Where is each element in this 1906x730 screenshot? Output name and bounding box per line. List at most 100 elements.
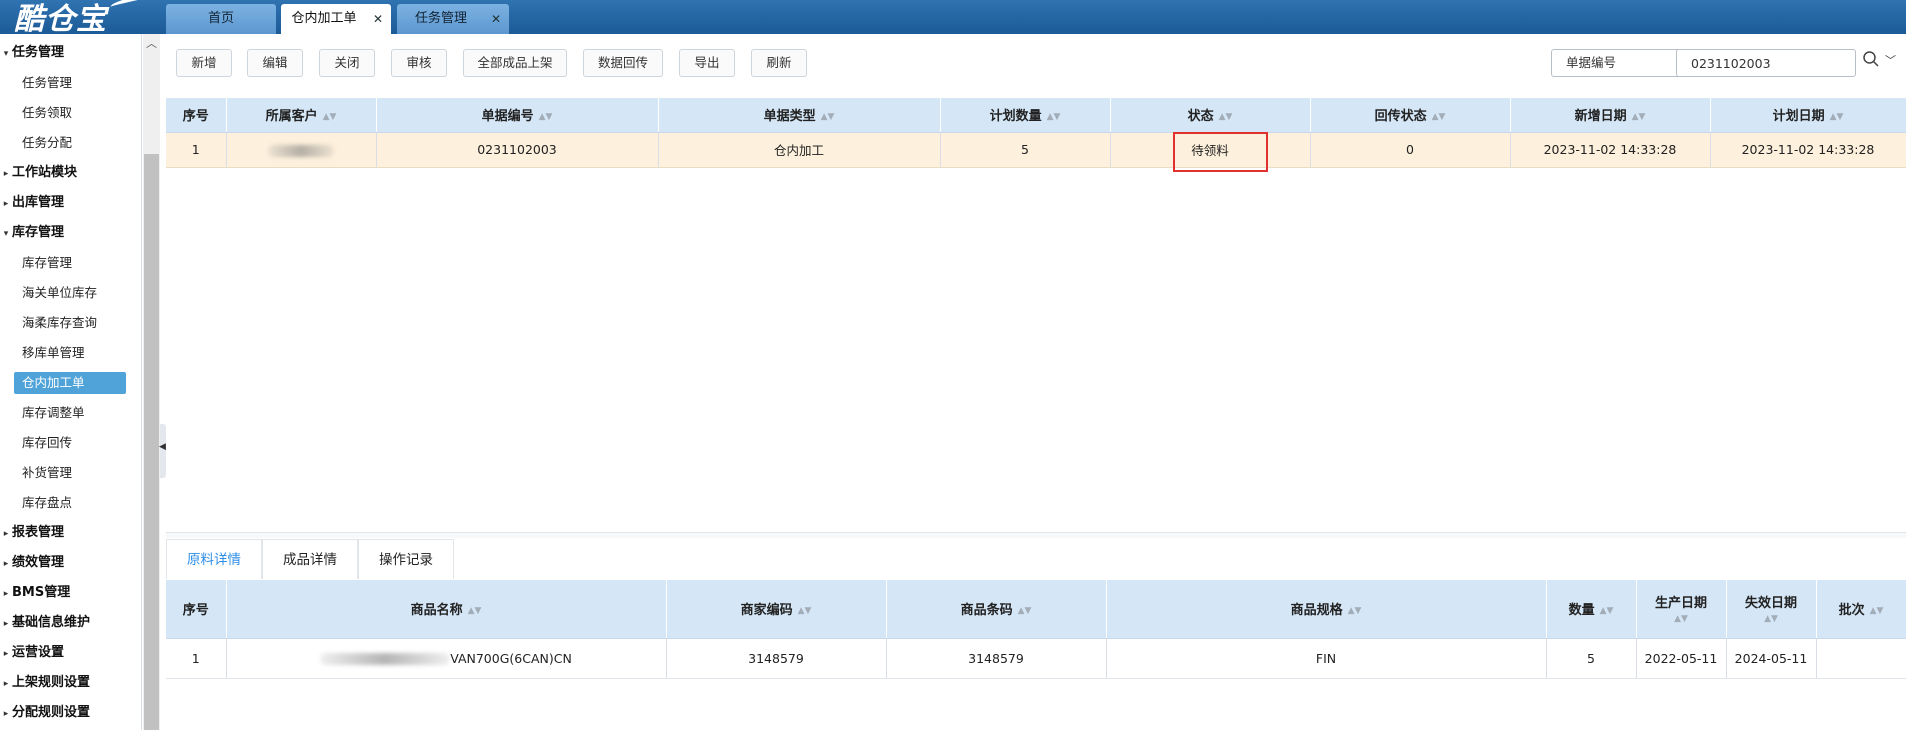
sort-icon[interactable]: ▲▼ [1830, 112, 1844, 122]
sidebar-scrollbar[interactable]: ︿ [143, 34, 160, 730]
sort-icon[interactable]: ▲▼ [1674, 614, 1688, 624]
sort-icon[interactable]: ▲▼ [1870, 606, 1884, 616]
sidebar-group-putaway-rules[interactable]: ▸ 上架规则设置 [0, 671, 90, 695]
sort-icon[interactable]: ▲▼ [798, 606, 812, 616]
sort-icon[interactable]: ▲▼ [1219, 112, 1233, 122]
sort-icon[interactable]: ▲▼ [1047, 112, 1061, 122]
sidebar-item-task-assign[interactable]: 任务分配 [22, 131, 72, 155]
sidebar-group-reports[interactable]: ▸ 报表管理 [0, 521, 64, 545]
column-header-batch[interactable]: 批次 ▲▼ [1816, 580, 1906, 639]
sort-icon[interactable]: ▲▼ [1432, 112, 1446, 122]
sidebar-item-inventory-callback[interactable]: 库存回传 [22, 431, 72, 455]
sidebar-group-bms[interactable]: ▸ BMS管理 [0, 581, 70, 605]
close-icon[interactable]: ✕ [373, 4, 383, 34]
sort-icon[interactable]: ▲▼ [1018, 606, 1032, 616]
column-header-spec[interactable]: 商品规格 ▲▼ [1106, 580, 1547, 639]
tab-raw-material-details[interactable]: 原料详情 [166, 539, 262, 579]
column-header-doc-no[interactable]: 单据编号 ▲▼ [376, 98, 659, 133]
column-header-index[interactable]: 序号 [166, 580, 227, 639]
tab-home[interactable]: 首页 [166, 4, 276, 34]
sidebar-group-label: 工作站模块 [12, 165, 78, 180]
column-header-callback-status[interactable]: 回传状态 ▲▼ [1310, 98, 1511, 133]
redacted-product-name [320, 653, 451, 665]
tab-task-management[interactable]: 任务管理 ✕ [397, 4, 509, 34]
sidebar-group-performance[interactable]: ▸ 绩效管理 [0, 551, 64, 575]
column-header-index[interactable]: 序号 [166, 98, 227, 133]
sort-icon[interactable]: ▲▼ [1632, 112, 1646, 122]
export-button[interactable]: 导出 [679, 49, 735, 77]
sidebar-group-label: 绩效管理 [12, 555, 65, 570]
putaway-all-finished-button[interactable]: 全部成品上架 [463, 49, 567, 77]
sort-icon[interactable]: ▲▼ [821, 112, 835, 122]
tab-operation-log[interactable]: 操作记录 [358, 539, 454, 579]
column-header-exp-date[interactable]: 失效日期 ▲▼ [1726, 580, 1817, 639]
add-button[interactable]: 新增 [176, 49, 232, 77]
column-header-mfg-date[interactable]: 生产日期 ▲▼ [1636, 580, 1727, 639]
sort-icon[interactable]: ▲▼ [468, 606, 482, 616]
data-callback-button[interactable]: 数据回传 [583, 49, 663, 77]
sidebar-item-hairobotics-inventory-query[interactable]: 海柔库存查询 [22, 311, 97, 335]
close-icon[interactable]: ✕ [491, 4, 501, 34]
search-icon[interactable] [1862, 50, 1880, 70]
column-header-planned-date[interactable]: 计划日期 ▲▼ [1710, 98, 1906, 133]
cell-mfg-date: 2022-05-11 [1636, 638, 1727, 679]
column-header-status[interactable]: 状态 ▲▼ [1110, 98, 1311, 133]
sidebar-group-basic-info[interactable]: ▸ 基础信息维护 [0, 611, 90, 635]
redacted-customer [268, 144, 334, 157]
column-header-label: 序号 [182, 109, 209, 125]
column-header-product-name[interactable]: 商品名称 ▲▼ [226, 580, 667, 639]
sort-icon[interactable]: ▲▼ [1600, 606, 1614, 616]
sidebar-collapse-handle[interactable]: ◀ [159, 424, 166, 478]
sidebar-group-allocation-rules[interactable]: ▸ 分配规则设置 [0, 701, 90, 725]
sidebar-item-replenishment[interactable]: 补货管理 [22, 461, 72, 485]
sidebar-group-outbound[interactable]: ▸ 出库管理 [0, 191, 64, 215]
sidebar-item-transfer-orders[interactable]: 移库单管理 [22, 341, 85, 365]
sidebar-group-inventory[interactable]: ▾ 库存管理 [0, 221, 64, 245]
sidebar-item-warehouse-processing[interactable]: 仓内加工单 [14, 372, 126, 394]
sidebar-group-task-management[interactable]: ▾ 任务管理 [0, 41, 64, 65]
tab-warehouse-processing[interactable]: 仓内加工单 ✕ [281, 4, 391, 34]
sidebar-item-inventory-adjustment[interactable]: 库存调整单 [22, 401, 85, 425]
column-header-plan-qty[interactable]: 计划数量 ▲▼ [940, 98, 1111, 133]
sort-icon[interactable]: ▲▼ [1764, 614, 1778, 624]
sidebar-item-customs-unit-inventory[interactable]: 海关单位库存 [22, 281, 97, 305]
expand-filter-icon[interactable]: ﹀ [1885, 52, 1896, 68]
collapse-left-icon: ◀ [159, 442, 166, 452]
table-header-row: 序号 所属客户 ▲▼ 单据编号 ▲▼ 单据类型 ▲▼ 计划数量 ▲▼ 状态 ▲▼ 回传状态… [166, 98, 1906, 133]
column-header-qty[interactable]: 数量 ▲▼ [1546, 580, 1637, 639]
sidebar-item-stocktake[interactable]: 库存盘点 [22, 491, 72, 515]
column-header-customer[interactable]: 所属客户 ▲▼ [226, 98, 377, 133]
scrollbar-thumb[interactable] [144, 154, 159, 730]
top-bar: 酷仓宝 首页 仓内加工单 ✕ 任务管理 ✕ [0, 0, 1906, 37]
scroll-up-icon[interactable]: ︿ [143, 34, 160, 54]
sort-icon[interactable]: ▲▼ [323, 112, 337, 122]
column-header-created-date[interactable]: 新增日期 ▲▼ [1510, 98, 1711, 133]
sidebar-group-label: 上架规则设置 [12, 675, 91, 690]
column-header-label: 所属客户 [265, 109, 318, 125]
column-header-merchant-code[interactable]: 商家编码 ▲▼ [666, 580, 887, 639]
sort-icon[interactable]: ▲▼ [539, 112, 553, 122]
audit-button[interactable]: 审核 [391, 49, 447, 77]
table-row[interactable]: 1 0231102003 仓内加工 5 待领料 0 2023-11-02 14:… [166, 132, 1906, 168]
refresh-button[interactable]: 刷新 [751, 49, 807, 77]
caret-right-icon: ▸ [3, 589, 9, 599]
column-header-barcode[interactable]: 商品条码 ▲▼ [886, 580, 1107, 639]
sidebar-item-task-claim[interactable]: 任务领取 [22, 101, 72, 125]
close-order-button[interactable]: 关闭 [319, 49, 375, 77]
column-header-label: 数量 [1568, 603, 1595, 619]
sidebar-item-inventory-management[interactable]: 库存管理 [22, 251, 72, 275]
table-row[interactable]: 1 VAN700G(6CAN)CN 3148579 3148579 FIN 5 … [166, 638, 1906, 679]
sort-icon[interactable]: ▲▼ [1348, 606, 1362, 616]
cell-planned-date: 2023-11-02 14:33:28 [1710, 132, 1906, 168]
caret-right-icon: ▸ [3, 559, 9, 569]
tab-finished-goods-details[interactable]: 成品详情 [262, 539, 358, 579]
sidebar-item-task-management[interactable]: 任务管理 [22, 71, 72, 95]
edit-button[interactable]: 编辑 [247, 49, 303, 77]
cell-merchant-code: 3148579 [666, 638, 887, 679]
search-input[interactable] [1676, 49, 1856, 77]
column-header-doc-type[interactable]: 单据类型 ▲▼ [658, 98, 941, 133]
sidebar-group-operations[interactable]: ▸ 运营设置 [0, 641, 64, 665]
cell-index: 1 [166, 638, 227, 679]
cell-doc-type: 仓内加工 [658, 132, 941, 168]
sidebar-group-workstation[interactable]: ▸ 工作站模块 [0, 161, 77, 185]
